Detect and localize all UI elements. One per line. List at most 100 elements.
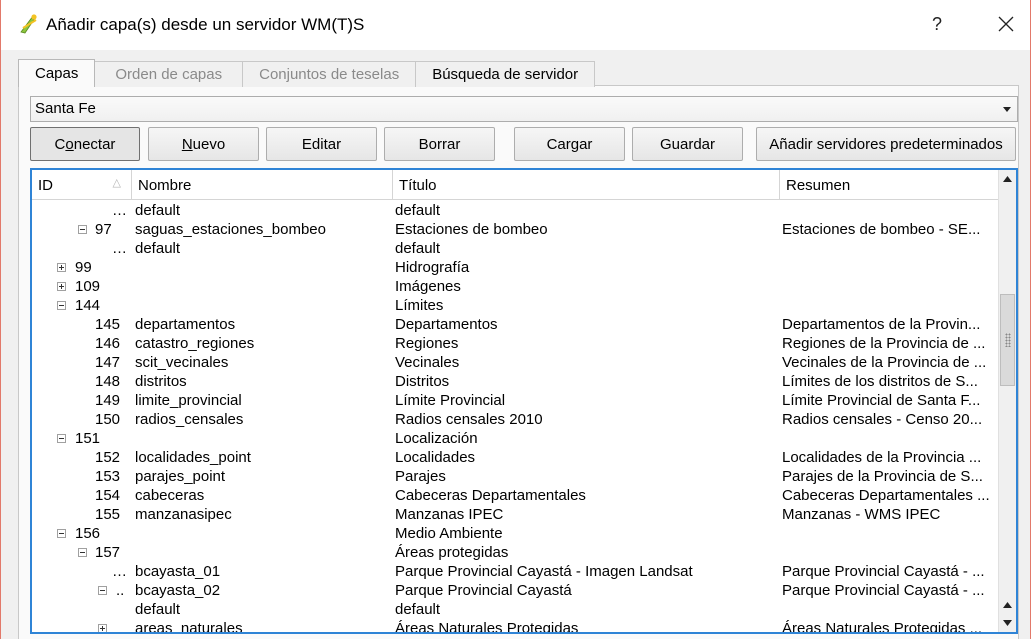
cell-title: Parque Provincial Cayastá - Imagen Lands… — [395, 563, 693, 580]
tab-busqueda-de-servidor[interactable]: Búsqueda de servidor — [415, 61, 596, 87]
scroll-up-button[interactable] — [999, 170, 1016, 188]
vertical-scrollbar[interactable] — [998, 170, 1016, 632]
load-button[interactable]: Cargar — [514, 127, 625, 161]
table-row[interactable]: 146 catastro_regiones Regiones Regiones … — [32, 334, 998, 353]
collapse-toggle-icon[interactable] — [57, 434, 66, 443]
collapse-toggle-icon[interactable] — [57, 529, 66, 538]
connect-button[interactable]: Co nectar — [30, 127, 140, 161]
tab-capas[interactable]: Capas — [18, 59, 96, 87]
table-row[interactable]: 147 scit_vecinales Vecinales Vecinales d… — [32, 353, 998, 372]
table-row[interactable]: 156 Medio Ambiente — [32, 524, 998, 543]
cell-name: scit_vecinales — [135, 354, 229, 371]
column-header-titulo[interactable]: Título — [393, 170, 780, 200]
table-row[interactable]: 109 Imágenes — [32, 277, 998, 296]
cell-name: bcayasta_02 — [135, 582, 221, 599]
table-row[interactable]: 155 manzanasipec Manzanas IPEC Manzanas … — [32, 505, 998, 524]
table-row[interactable]: 99 Hidrografía — [32, 258, 998, 277]
collapse-toggle-icon[interactable] — [57, 301, 66, 310]
table-header: ID △ Nombre Título Resumen — [32, 170, 998, 200]
table-row[interactable]: default default — [32, 600, 998, 619]
table-row[interactable]: 148 distritos Distritos Límites de los d… — [32, 372, 998, 391]
cell-summary: Manzanas - WMS IPEC — [782, 506, 941, 523]
add-default-servers-button[interactable]: Añadir servidores predeterminados — [756, 127, 1016, 161]
tree-branch: … — [112, 240, 127, 257]
column-label: Nombre — [138, 176, 192, 194]
tab-label: Orden de capas — [115, 66, 223, 83]
tab-label: Capas — [35, 65, 79, 82]
dialog-window: Añadir capa(s) desde un servidor WM(T)S … — [0, 0, 1031, 639]
new-button[interactable]: Nuevo — [148, 127, 259, 161]
table-row[interactable]: 144 Límites — [32, 296, 998, 315]
cell-id: 144 — [75, 297, 101, 314]
cell-title: Localidades — [395, 449, 476, 466]
collapse-toggle-icon[interactable] — [98, 586, 107, 595]
tree-branch: … — [112, 563, 127, 580]
column-header-nombre[interactable]: Nombre — [132, 170, 393, 200]
table-row[interactable]: 157 Áreas protegidas — [32, 543, 998, 562]
column-label: Resumen — [786, 176, 851, 194]
cell-name: localidades_point — [135, 449, 251, 466]
close-icon — [998, 16, 1014, 32]
cell-name: default — [135, 601, 181, 618]
connect-mnemonic: o — [65, 135, 74, 153]
table-row[interactable]: 153 parajes_point Parajes Parajes de la … — [32, 467, 998, 486]
table-row[interactable]: … default default — [32, 239, 998, 258]
column-header-id[interactable]: ID △ — [32, 170, 132, 200]
cell-name: departamentos — [135, 316, 236, 333]
cell-title: Límites — [395, 297, 444, 314]
collapse-toggle-icon[interactable] — [78, 548, 87, 557]
table-row[interactable]: 154 cabeceras Cabeceras Departamentales … — [32, 486, 998, 505]
column-label: ID — [38, 176, 53, 194]
cell-title: Parque Provincial Cayastá — [395, 582, 572, 599]
cell-title: Imágenes — [395, 278, 461, 295]
tab-orden-de-capas[interactable]: Orden de capas — [94, 61, 244, 87]
delete-label: Borrar — [418, 135, 461, 153]
title-bar: Añadir capa(s) desde un servidor WM(T)S … — [1, 0, 1030, 50]
column-label: Título — [399, 176, 437, 194]
table-row[interactable]: 97 saguas_estaciones_bombeo Estaciones d… — [32, 220, 998, 239]
cell-name: limite_provincial — [135, 392, 242, 409]
table-row[interactable]: 152 localidades_point Localidades Locali… — [32, 448, 998, 467]
cell-id: 155 — [95, 506, 121, 523]
edit-button[interactable]: Editar — [266, 127, 377, 161]
close-button[interactable] — [983, 4, 1029, 44]
scroll-up-button-lower[interactable] — [999, 596, 1016, 614]
cell-summary: Localidades de la Provincia ... — [782, 449, 982, 466]
scroll-thumb[interactable] — [1000, 294, 1015, 386]
cell-title: Áreas Naturales Protegidas — [395, 620, 579, 634]
server-connection-select[interactable]: Santa Fe — [30, 96, 1018, 122]
save-button[interactable]: Guardar — [632, 127, 743, 161]
cell-name: default — [135, 202, 181, 219]
expand-toggle-icon[interactable] — [98, 624, 107, 632]
cell-title: Límite Provincial — [395, 392, 506, 409]
table-row[interactable]: 150 radios_censales Radios censales 2010… — [32, 410, 998, 429]
selected-connection: Santa Fe — [35, 100, 96, 117]
tab-conjuntos-de-teselas[interactable]: Conjuntos de teselas — [242, 61, 417, 87]
cell-id: 109 — [75, 278, 101, 295]
cell-id: 154 — [95, 487, 121, 504]
table-row[interactable]: areas_naturales Áreas Naturales Protegid… — [32, 619, 998, 634]
table-row[interactable]: 149 limite_provincial Límite Provincial … — [32, 391, 998, 410]
table-row[interactable]: .. bcayasta_02 Parque Provincial Cayastá… — [32, 581, 998, 600]
table-row[interactable]: 151 Localización — [32, 429, 998, 448]
cell-id: 145 — [95, 316, 121, 333]
scroll-down-button[interactable] — [999, 614, 1016, 632]
table-row[interactable]: … default default — [32, 201, 998, 220]
layers-tree[interactable]: ID △ Nombre Título Resumen … default def… — [30, 168, 1018, 634]
cell-title: Departamentos — [395, 316, 498, 333]
help-button[interactable]: ? — [917, 4, 957, 44]
connect-label-part: nectar — [73, 135, 116, 153]
add-defaults-label: Añadir servidores predeterminados — [769, 135, 1003, 153]
cell-id: 153 — [95, 468, 121, 485]
expand-toggle-icon[interactable] — [57, 282, 66, 291]
collapse-toggle-icon[interactable] — [78, 225, 87, 234]
table-row[interactable]: … bcayasta_01 Parque Provincial Cayastá … — [32, 562, 998, 581]
expand-toggle-icon[interactable] — [57, 263, 66, 272]
table-row[interactable]: 145 departamentos Departamentos Departam… — [32, 315, 998, 334]
tree-branch: .. — [116, 582, 125, 599]
cell-title: default — [395, 601, 441, 618]
cell-title: Parajes — [395, 468, 446, 485]
delete-button[interactable]: Borrar — [384, 127, 495, 161]
cell-title: Cabeceras Departamentales — [395, 487, 586, 504]
column-header-resumen[interactable]: Resumen — [780, 170, 998, 200]
